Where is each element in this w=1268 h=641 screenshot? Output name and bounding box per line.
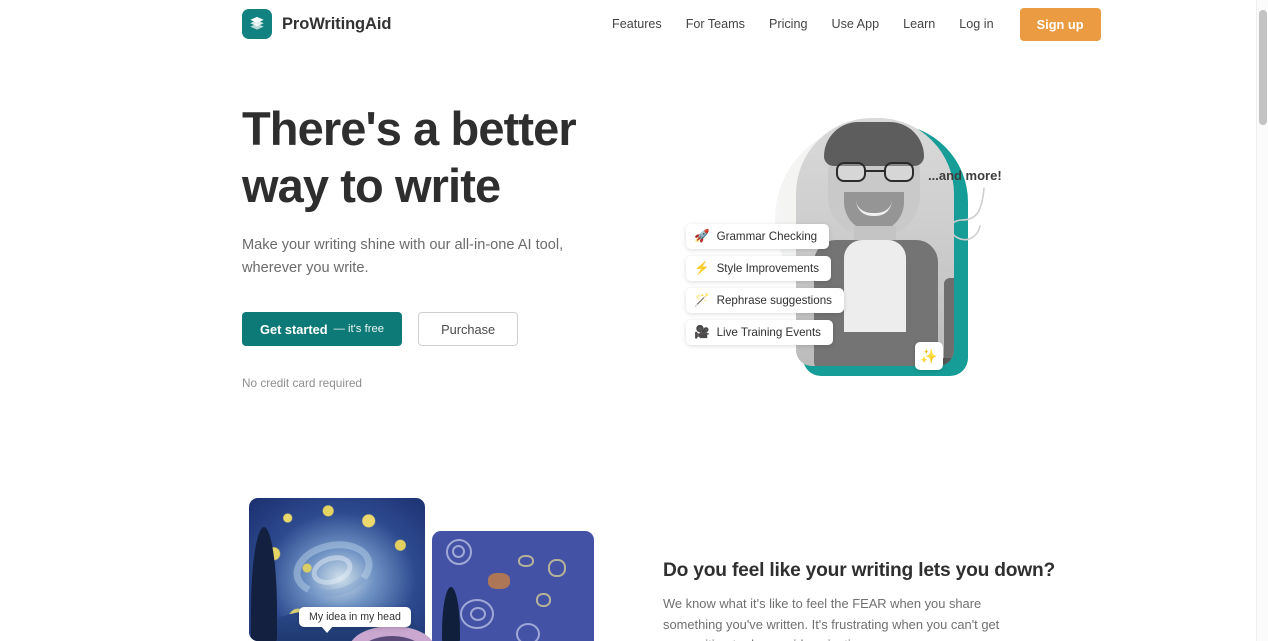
hero-title: There's a better way to write — [242, 100, 642, 214]
get-started-button[interactable]: Get started — it's free — [242, 312, 403, 346]
person-tshirt — [844, 240, 906, 332]
feature-chip-list: 🚀 Grammar Checking ⚡ Style Improvements … — [686, 224, 844, 350]
hero-illustration: ✨ ...and more! 🚀 Grammar Checking ⚡ Styl… — [660, 96, 1010, 396]
feature-chip-live-training-events: 🎥 Live Training Events — [686, 320, 833, 345]
child-drawing-card — [432, 531, 594, 641]
book-logo-icon — [242, 9, 272, 39]
main-navigation: Features For Teams Pricing Use App Learn… — [600, 0, 1101, 48]
brand-name: ProWritingAid — [282, 14, 392, 33]
feature-chip-style-improvements: ⚡ Style Improvements — [686, 256, 832, 281]
hero-title-line-2: way to write — [242, 159, 501, 212]
no-credit-card-note: No credit card required — [242, 376, 362, 390]
sparkles-icon: ✨ — [915, 342, 943, 370]
person-hair — [824, 122, 924, 166]
magic-wand-icon: 🪄 — [694, 293, 710, 308]
purchase-button[interactable]: Purchase — [418, 312, 519, 346]
lower-section-title: Do you feel like your writing lets you d… — [663, 560, 1056, 581]
get-started-label: Get started — [260, 321, 328, 337]
hero-copy: There's a better way to write Make your … — [242, 100, 642, 390]
feature-chip-label: Live Training Events — [716, 326, 821, 339]
nav-item-use-app[interactable]: Use App — [819, 11, 891, 37]
landing-page: ProWritingAid Features For Teams Pricing… — [0, 0, 1268, 641]
curly-arrow-icon — [950, 187, 985, 241]
writing-comparison-illustration: My idea in my head — [249, 498, 629, 641]
page-scrollbar[interactable] — [1256, 0, 1268, 641]
painting-cypress-tree — [251, 527, 277, 641]
nav-item-log-in[interactable]: Log in — [947, 11, 1005, 37]
sign-up-button[interactable]: Sign up — [1019, 7, 1101, 41]
feature-chip-label: Style Improvements — [716, 262, 820, 275]
idea-in-my-head-label: My idea in my head — [299, 607, 411, 633]
nav-item-for-teams[interactable]: For Teams — [674, 11, 757, 37]
nav-item-features[interactable]: Features — [600, 11, 674, 37]
feature-chip-rephrase-suggestions: 🪄 Rephrase suggestions — [686, 288, 844, 313]
child-drawing-tree — [442, 587, 460, 641]
site-header: ProWritingAid Features For Teams Pricing… — [0, 0, 1256, 48]
glasses-icon — [836, 162, 914, 182]
scrollbar-thumb[interactable] — [1259, 10, 1267, 125]
nav-item-pricing[interactable]: Pricing — [757, 11, 820, 37]
feature-chip-label: Rephrase suggestions — [716, 294, 832, 307]
brand-logo-link[interactable]: ProWritingAid — [242, 9, 391, 39]
nav-item-learn[interactable]: Learn — [891, 11, 947, 37]
laptop-icon — [944, 278, 954, 366]
hero-subtitle: Make your writing shine with our all-in-… — [242, 237, 564, 276]
hero-actions: Get started — it's free Purchase — [242, 312, 642, 346]
rocket-icon: 🚀 — [694, 229, 710, 244]
lower-section-copy: Do you feel like your writing lets you d… — [663, 560, 1056, 641]
feature-chip-label: Grammar Checking — [716, 230, 818, 243]
lower-section-body: We know what it's like to feel the FEAR … — [663, 596, 1000, 641]
and-more-label: ...and more! — [928, 168, 1002, 183]
hero-title-line-1: There's a better — [242, 102, 577, 155]
get-started-suffix: — it's free — [333, 323, 385, 335]
lightning-icon: ⚡ — [694, 261, 710, 276]
feature-chip-grammar-checking: 🚀 Grammar Checking — [686, 224, 830, 249]
video-camera-icon: 🎥 — [694, 325, 710, 340]
